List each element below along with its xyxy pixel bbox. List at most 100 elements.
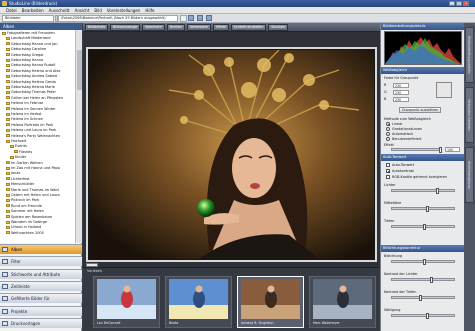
tree-item[interactable]: Jonas [6,171,20,176]
tool-button[interactable]: Drehen [166,24,185,31]
left-tab-2[interactable]: Stichworte und Attribute [0,268,82,279]
tree-item[interactable]: Geburtstag Hanna [6,58,43,63]
tree-item[interactable]: Geburtstag Gregor [6,53,44,58]
tree-item[interactable]: Helena und Laura im Park [6,128,56,133]
slider-knob[interactable] [419,295,423,301]
tree-item[interactable]: Im Garten Weinen [6,161,43,166]
tree-item[interactable]: Geburtstag Andrea Sabine [6,74,57,79]
left-tab-0[interactable]: Alben [0,244,82,254]
scrollbar-thumb[interactable] [77,50,82,90]
tree-item[interactable]: Im Zoo mit Hanna und Papa [6,166,60,171]
tool-button[interactable]: Effekt [213,24,229,31]
effect-value[interactable]: 100 [445,147,460,152]
slider-knob[interactable] [439,147,442,153]
slider-knob[interactable] [422,259,426,265]
rgb-input[interactable]: 230 [393,90,409,95]
slider[interactable] [391,277,455,283]
menu-item[interactable]: Voreinstellungen [107,7,140,13]
tool-button[interactable]: Schärfe einstellen [230,24,267,31]
thumbnail[interactable]: Beata [165,276,232,328]
thumbnail[interactable]: Lan McDonnell [93,276,160,328]
left-tab-5[interactable]: Projekte [0,305,82,316]
tree-item[interactable]: Rund um Freunde [6,204,42,209]
method-radio[interactable] [386,132,390,136]
close-button[interactable]: x [463,1,469,6]
tree-item[interactable]: Grillen bei Helen an Pfingsten [6,96,63,101]
tool-button[interactable]: Verbessern [186,24,212,31]
tree-item[interactable]: Sommer mit Helen [6,209,44,214]
slider-knob[interactable] [435,188,439,194]
tree-item[interactable]: Helena Portraits im Park [6,123,53,128]
select-graypoint-button[interactable]: Graupunkt auswählen [399,107,442,113]
thumbnail[interactable]: Antonia B. Singleton [237,276,304,328]
image-preview[interactable] [86,47,377,262]
slider-knob[interactable] [422,224,426,230]
auto-checkbox[interactable] [386,163,390,167]
tool-button[interactable]: Bildwerkzeuge [110,24,141,31]
minimize-button[interactable]: _ [449,1,455,6]
thumbnail[interactable]: Marc Waldmeyer [309,276,376,328]
address-bar[interactable]: \Fotos\2006\Beatrice\Portrait\ (Nach 29 … [58,15,178,22]
tree-item[interactable]: Helena's Party Weihnachten [6,134,60,139]
maximize-button[interactable]: □ [456,1,462,6]
rgb-input[interactable]: 230 [393,83,409,88]
tree-item[interactable]: Urlaub in Holland [6,225,41,230]
tree-item[interactable]: Menschbilder [6,182,34,187]
effect-slider[interactable] [391,147,442,153]
menu-item[interactable]: Hilfe [145,7,154,13]
tool-button[interactable]: Bilddetails [85,24,109,31]
slider-knob[interactable] [429,277,433,283]
menu-item[interactable]: Ansicht [75,7,90,13]
vertical-tab[interactable]: Bildinformationen [465,147,474,203]
tree-item[interactable]: Geburtstag Hanna Rudolf [6,63,55,68]
left-tab-4[interactable]: Gefilterte Bilder für [0,293,82,304]
method-radio[interactable] [386,137,390,141]
tree-item[interactable]: Geburtstag Thomas Peter [6,90,56,95]
left-tab-6[interactable]: Druckvorlagen [0,317,82,328]
vertical-tab[interactable]: Metadaten-Rahmen [465,87,474,143]
refresh-icon[interactable] [206,15,212,21]
slider[interactable] [391,188,455,194]
tree-item[interactable]: Geburtstag Helena Gerda [6,80,56,85]
auto-checkbox[interactable] [386,169,390,173]
menu-item[interactable]: Ausschnitt [49,7,70,13]
slider[interactable] [391,313,455,319]
tree-item[interactable]: Landschaft Niederland [6,36,50,41]
slider-knob[interactable] [425,313,429,319]
tree-item[interactable]: Helena im Schnee [6,117,43,122]
tree-item[interactable]: Fotografieren mit Freunden [2,31,55,36]
tree-item[interactable]: Lichterfest [6,177,30,182]
vertical-tab[interactable]: Bildbearbeitungsdetails [465,27,474,83]
method-radio[interactable] [386,122,390,126]
menu-item[interactable]: Bild [94,7,102,13]
tree-item[interactable]: Helena im Herbst [6,112,42,117]
tree-item[interactable]: Picknick im Park [6,198,39,203]
method-radio[interactable] [386,127,390,131]
tree-item[interactable]: Geburtstag Helena Marie [6,85,55,90]
tree-item[interactable]: Hochzeit [6,139,26,144]
slider[interactable] [391,224,455,230]
tree-item[interactable]: Geburtstag Helena und Alex [6,69,60,74]
folder-up-icon[interactable] [180,15,187,22]
forward-icon[interactable] [197,15,203,21]
tree-item[interactable]: Geburtstag Caroline [6,47,46,52]
left-tab-1[interactable]: Filter [0,256,82,267]
tree-item[interactable]: Helena im Februar [6,101,43,106]
rgb-input[interactable]: 230 [393,97,409,102]
tree-item[interactable]: Flashes [14,150,32,155]
tree-item[interactable]: Marie und Thomas im Wald [6,188,59,193]
back-icon[interactable] [188,15,194,21]
tool-button[interactable]: Speichern [142,24,165,31]
tree-item[interactable]: Wandern im Gebirge [6,220,47,225]
tree-item[interactable]: Kinder [10,155,26,160]
tree-item[interactable]: Ostern mit Helen und Laura [6,193,60,198]
slider-knob[interactable] [425,206,429,212]
left-tab-3[interactable]: Zeitleiste [0,280,82,291]
tree-item[interactable]: Geburtstag Hanna und Jan [6,42,57,47]
tree-item[interactable]: Spielen am Rosenbaum [6,215,52,220]
tool-button[interactable]: Drucken [268,24,289,31]
tree-item[interactable]: Weihnachten 2005 [6,231,44,236]
slider[interactable] [391,259,455,265]
tree-scrollbar[interactable] [75,30,82,243]
menu-item[interactable]: Datei [6,7,17,13]
